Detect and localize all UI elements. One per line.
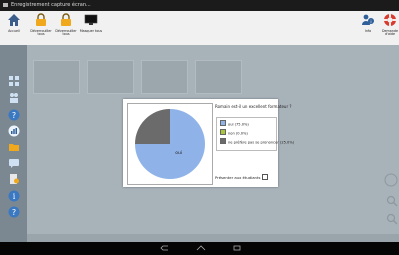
- present-checkbox[interactable]: [262, 174, 269, 180]
- sidebar: ? i ?: [0, 45, 27, 242]
- legend-swatch: [220, 120, 226, 126]
- unlock-all-button[interactable]: Déverrouiller tous: [29, 13, 53, 37]
- recent-apps-icon[interactable]: [231, 244, 243, 252]
- help-circle-icon[interactable]: ?: [8, 206, 20, 218]
- legend-item: ne préfère pas se prononcer (25.0%): [220, 138, 294, 145]
- zoom-out-icon[interactable]: [386, 213, 398, 225]
- student-thumbnail[interactable]: [33, 60, 80, 94]
- unlock-all-button-2[interactable]: Déverrouiller tous: [54, 13, 78, 37]
- question-icon[interactable]: ?: [8, 109, 20, 121]
- legend-item: oui (75.0%): [220, 120, 249, 127]
- hide-all-button[interactable]: Masquer tous: [79, 13, 103, 33]
- home-nav-icon[interactable]: [195, 244, 207, 252]
- info-circle-icon[interactable]: i: [8, 190, 20, 202]
- chart-legend: oui (75.0%) non (0.0%) ne préfère pas se…: [216, 117, 294, 151]
- android-navigation-bar: [0, 242, 399, 255]
- window-title: Enregistrement capture écran...: [11, 2, 91, 8]
- unlock-all-label: Déverrouiller tous: [30, 28, 52, 37]
- students-icon[interactable]: [8, 92, 20, 104]
- present-label: Présenter aux étudiants: [215, 175, 261, 180]
- grid-icon[interactable]: [8, 75, 20, 87]
- help-request-button[interactable]: Demande d'aide: [381, 13, 399, 37]
- toolbar: Accueil Déverrouiller tous Déverrouiller…: [0, 11, 399, 46]
- svg-text:i: i: [370, 19, 371, 25]
- home-label: Accueil: [8, 28, 20, 33]
- lifebuoy-icon: [384, 14, 396, 26]
- legend-swatch: [220, 129, 226, 135]
- svg-text:i: i: [13, 192, 16, 201]
- status-strip: [27, 234, 399, 242]
- legend-label: oui (75.0%): [228, 122, 249, 127]
- info-label: Info: [364, 28, 372, 33]
- poll-question: Romain est-il un excellent formateur ?: [215, 104, 292, 109]
- svg-text:?: ?: [12, 208, 16, 217]
- student-thumbnail[interactable]: [195, 60, 242, 94]
- lock-icon: [61, 13, 71, 26]
- folder-icon[interactable]: [8, 141, 20, 153]
- poll-results-dialog: oui Romain est-il un excellent formateur…: [123, 99, 294, 187]
- unlock-all-label-2: Déverrouiller tous: [55, 28, 77, 37]
- title-bar: Enregistrement capture écran...: [0, 0, 399, 11]
- legend-label: ne préfère pas se prononcer (25.0%): [228, 140, 295, 145]
- student-thumbnail[interactable]: [141, 60, 188, 94]
- monitor-icon: [84, 14, 98, 25]
- users-icon: i: [362, 14, 374, 25]
- pie-slice-label: oui: [175, 150, 182, 156]
- present-to-students[interactable]: Présenter aux étudiants: [215, 174, 269, 181]
- pie-chart-svg: oui: [135, 109, 205, 179]
- svg-text:?: ?: [12, 111, 16, 120]
- student-thumbnail[interactable]: [87, 60, 134, 94]
- legend-item: non (0.0%): [220, 129, 248, 136]
- hide-all-label: Masquer tous: [79, 28, 103, 33]
- document-user-icon[interactable]: [8, 173, 20, 185]
- lock-icon: [36, 13, 46, 26]
- back-icon[interactable]: [159, 244, 171, 252]
- pie-slice: [135, 109, 170, 144]
- home-icon: [8, 14, 20, 26]
- info-button[interactable]: i Info: [358, 13, 378, 33]
- poll-chart-icon[interactable]: [8, 125, 20, 137]
- home-button[interactable]: Accueil: [3, 13, 25, 33]
- legend-label: non (0.0%): [228, 131, 248, 136]
- window-icon: [3, 3, 8, 7]
- chat-icon[interactable]: [8, 157, 20, 169]
- help-request-label: Demande d'aide: [381, 28, 398, 37]
- zoom-nav-icon[interactable]: [384, 173, 398, 187]
- legend-swatch: [220, 138, 226, 144]
- pie-chart: oui: [127, 103, 213, 185]
- zoom-in-icon[interactable]: [386, 195, 398, 207]
